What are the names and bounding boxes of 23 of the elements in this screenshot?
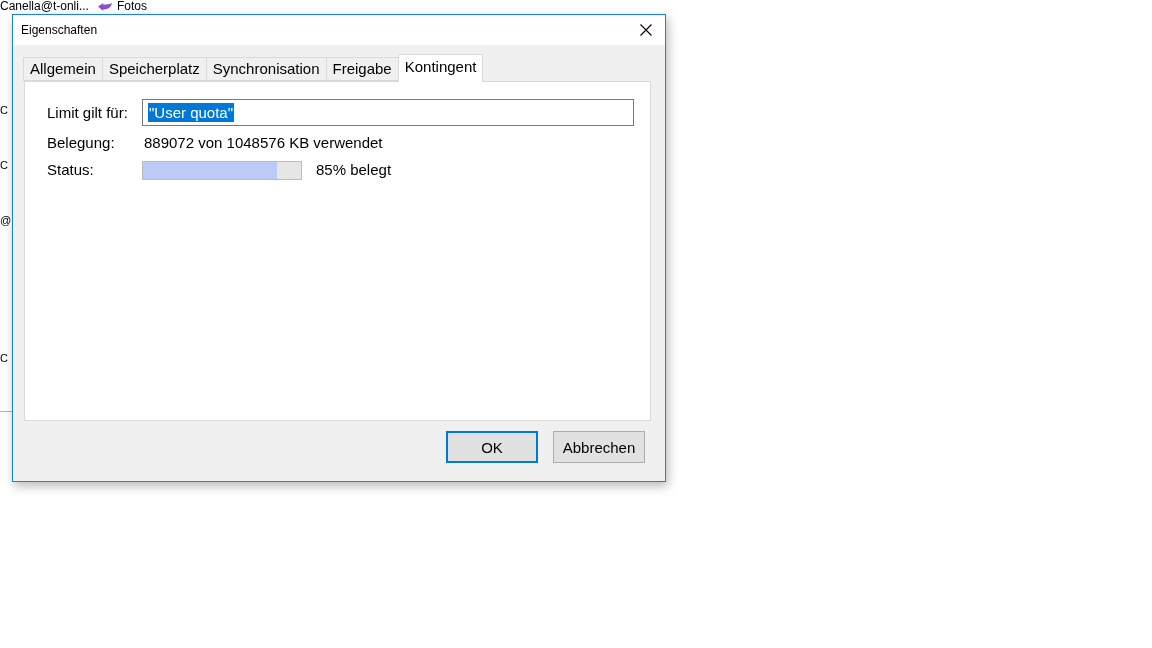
input-field[interactable]: "User quota" <box>142 99 634 126</box>
folder-name: Fotos <box>116 0 147 13</box>
field-label: Belegung: <box>47 133 116 153</box>
field-label: Limit gilt für: <box>47 102 129 123</box>
tab[interactable]: Speicherplatz <box>101 57 207 81</box>
curved-arrow-icon <box>97 1 112 12</box>
field-label: Status: <box>47 160 95 180</box>
status-value: 85% belegt <box>315 160 392 180</box>
list-fragment: C <box>0 103 8 117</box>
list-fragment: C <box>0 351 8 365</box>
dialog-button[interactable]: Abbrechen <box>553 431 645 463</box>
tab[interactable]: Allgemein <box>23 57 103 81</box>
window-title: Eigenschaften <box>21 23 98 37</box>
input-value: "User quota" <box>148 103 235 122</box>
list-fragment: C <box>0 158 8 172</box>
dialog-button[interactable]: OK <box>446 431 538 463</box>
close-icon <box>640 24 652 36</box>
tab[interactable]: Freigabe <box>325 57 399 81</box>
tab[interactable]: Kontingent <box>397 54 484 82</box>
usage-value: 889072 von 1048576 KB verwendet <box>143 133 384 153</box>
account-name: Canella@t-onli... <box>0 0 89 13</box>
list-fragment: @ <box>0 213 12 227</box>
tab[interactable]: Synchronisation <box>205 57 327 81</box>
